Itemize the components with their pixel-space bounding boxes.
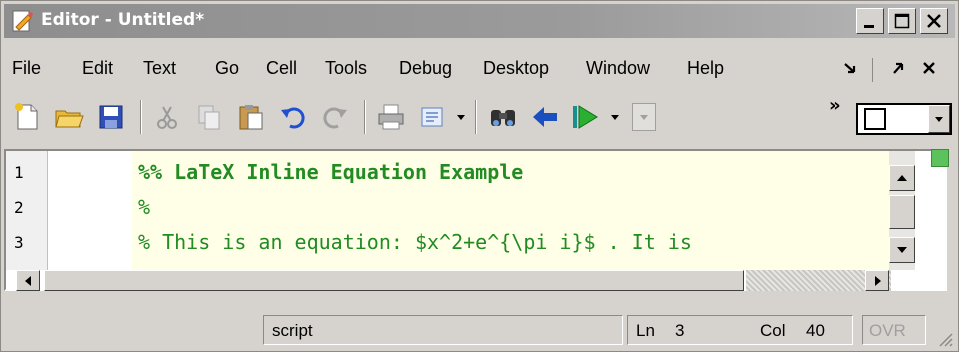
new-file-icon[interactable]	[12, 102, 42, 132]
chevron-down-icon	[935, 117, 943, 122]
overwrite-mode-field: OVR	[862, 315, 926, 345]
chevron-left-icon	[25, 276, 31, 286]
menu-desktop[interactable]: Desktop	[483, 58, 549, 79]
menu-file[interactable]: File	[12, 58, 41, 79]
toolbar-overflow[interactable]: »	[829, 95, 841, 116]
menu-debug[interactable]: Debug	[399, 58, 452, 79]
editor-window: Editor - Untitled* File Edit Text Go Cel…	[0, 0, 959, 352]
undock-icon[interactable]	[890, 60, 906, 76]
code-cell-area[interactable]: %% LaTeX Inline Equation Example % % Thi…	[132, 151, 889, 270]
maximize-icon	[894, 13, 910, 29]
toolbar-separator	[140, 100, 142, 134]
scroll-up-button[interactable]	[889, 165, 915, 191]
menu-window[interactable]: Window	[586, 58, 650, 79]
paste-icon[interactable]	[236, 102, 266, 132]
code-line[interactable]: %% LaTeX Inline Equation Example	[138, 160, 523, 184]
code-line[interactable]: %	[138, 195, 150, 219]
copy-icon[interactable]	[194, 102, 224, 132]
title-bar[interactable]: Editor - Untitled*	[4, 4, 955, 38]
horizontal-scroll-thumb[interactable]	[44, 270, 744, 291]
line-number-gutter: 1 2 3	[6, 151, 48, 270]
chevron-up-icon	[897, 175, 907, 181]
redo-icon[interactable]	[320, 102, 350, 132]
code-editor[interactable]: 1 2 3 %% LaTeX Inline Equation Example %…	[4, 149, 947, 291]
menu-tools[interactable]: Tools	[325, 58, 367, 79]
toolbar-separator	[364, 100, 366, 134]
file-type-field: script	[263, 315, 623, 345]
square-layout-icon	[864, 108, 886, 130]
undo-icon[interactable]	[278, 102, 308, 132]
dock-icon[interactable]	[842, 60, 858, 76]
find-icon[interactable]	[488, 102, 518, 132]
run-options-dropdown[interactable]	[632, 103, 656, 131]
scroll-right-button[interactable]	[865, 270, 889, 291]
fold-margin	[49, 151, 132, 270]
close-document-icon[interactable]	[921, 60, 937, 76]
menu-go[interactable]: Go	[215, 58, 239, 79]
vertical-scroll-thumb[interactable]	[889, 195, 915, 229]
minimize-button[interactable]	[856, 8, 884, 34]
code-analyzer-status-icon[interactable]	[931, 149, 949, 167]
print-icon[interactable]	[376, 102, 406, 132]
close-button[interactable]	[920, 8, 948, 34]
close-icon	[927, 14, 941, 28]
vertical-scrollbar[interactable]	[889, 151, 915, 270]
col-label: Col	[760, 321, 786, 340]
open-folder-icon[interactable]	[54, 102, 84, 132]
menu-bar: File Edit Text Go Cell Tools Debug Deskt…	[4, 56, 955, 84]
layout-selector[interactable]	[856, 103, 952, 135]
editor-document-icon	[12, 10, 33, 32]
ln-label: Ln	[636, 321, 655, 340]
scroll-down-button[interactable]	[889, 237, 915, 263]
save-icon[interactable]	[96, 102, 126, 132]
resize-grip-icon[interactable]	[937, 331, 953, 347]
col-value: 40	[806, 321, 825, 340]
line-number: 1	[14, 163, 24, 182]
toolbar: »	[4, 95, 955, 141]
chevron-down-icon	[640, 115, 648, 120]
layout-dropdown-button[interactable]	[928, 105, 950, 133]
menu-text[interactable]: Text	[143, 58, 176, 79]
line-number: 2	[14, 198, 24, 217]
menu-edit[interactable]: Edit	[82, 58, 113, 79]
horizontal-scrollbar[interactable]	[6, 270, 915, 291]
menu-help[interactable]: Help	[687, 58, 724, 79]
back-arrow-icon[interactable]	[530, 102, 560, 132]
status-bar: script Ln 3 Col 40 OVR	[4, 313, 955, 349]
toolbar-separator	[475, 100, 477, 134]
chevron-down-icon[interactable]	[456, 114, 466, 122]
file-type-label: script	[272, 321, 313, 340]
minimize-icon	[864, 25, 874, 28]
menu-cell[interactable]: Cell	[266, 58, 297, 79]
cut-icon[interactable]	[152, 102, 182, 132]
find-files-icon[interactable]	[418, 102, 448, 132]
menu-separator	[872, 58, 873, 82]
chevron-down-icon	[897, 247, 907, 253]
line-number: 3	[14, 233, 24, 252]
ln-value: 3	[675, 321, 685, 340]
run-icon[interactable]	[570, 102, 600, 132]
scroll-left-button[interactable]	[16, 270, 40, 291]
maximize-button[interactable]	[888, 8, 916, 34]
cursor-position-field: Ln 3 Col 40	[627, 315, 853, 345]
code-line[interactable]: % This is an equation: $x^2+e^{\pi i}$ .…	[138, 230, 692, 254]
chevron-right-icon	[875, 276, 881, 286]
ovr-label: OVR	[869, 321, 906, 340]
window-title: Editor - Untitled*	[41, 10, 205, 30]
chevron-down-icon[interactable]	[610, 114, 620, 122]
